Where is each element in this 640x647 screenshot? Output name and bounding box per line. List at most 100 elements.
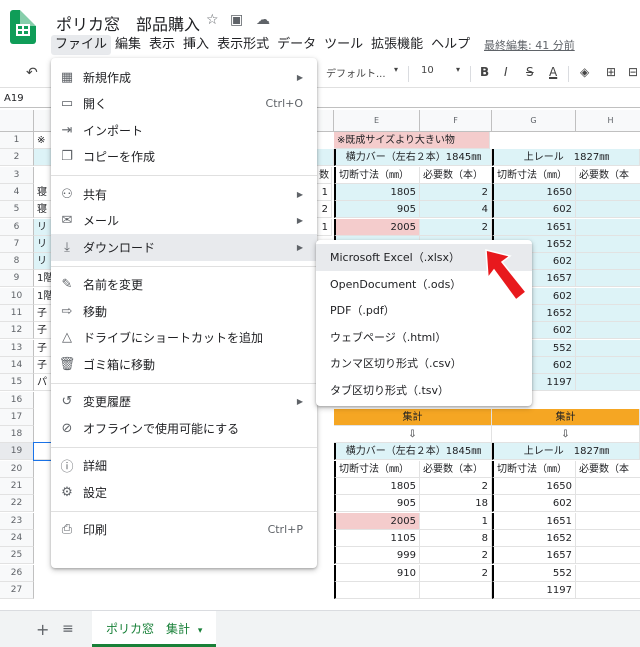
- data-cell[interactable]: [576, 513, 640, 530]
- data-cell[interactable]: [576, 565, 640, 582]
- data-cell[interactable]: [576, 547, 640, 565]
- subheader-cell[interactable]: 必要数（本）: [420, 166, 492, 184]
- data-cell[interactable]: 1652: [492, 529, 576, 547]
- row-header[interactable]: 10: [0, 287, 34, 305]
- menu-insert[interactable]: 挿入: [179, 35, 213, 55]
- data-cell[interactable]: 602: [492, 201, 576, 219]
- row-header[interactable]: 9: [0, 270, 34, 288]
- data-cell[interactable]: 2005: [334, 512, 420, 530]
- menu-item-copy[interactable]: ❐ コピーを作成: [51, 144, 317, 171]
- subheader-cell[interactable]: 必要数（本）: [420, 460, 492, 478]
- total-label-g[interactable]: 集計: [492, 408, 640, 426]
- data-cell[interactable]: 1105: [334, 529, 420, 547]
- total-label-e[interactable]: 集計: [334, 408, 492, 426]
- menu-item-move[interactable]: ⇨ 移動: [51, 298, 317, 325]
- row-header[interactable]: 22: [0, 495, 34, 513]
- data-cell[interactable]: [576, 322, 640, 340]
- row-header[interactable]: 8: [0, 253, 34, 271]
- data-cell[interactable]: [576, 339, 640, 357]
- cloud-status-icon[interactable]: ☁: [256, 12, 270, 28]
- menu-tools[interactable]: ツール: [320, 35, 367, 55]
- data-cell[interactable]: 1: [420, 512, 492, 530]
- data-cell[interactable]: 1197: [492, 581, 576, 599]
- row-header[interactable]: 6: [0, 218, 34, 236]
- row-header[interactable]: 4: [0, 183, 34, 201]
- fill-color-icon[interactable]: ◈: [580, 65, 589, 79]
- data-cell[interactable]: 1805: [334, 478, 420, 495]
- menu-item-rename[interactable]: ✎ 名前を変更: [51, 272, 317, 299]
- menu-item-download[interactable]: ⤓ ダウンロード ▶: [51, 234, 317, 261]
- download-html[interactable]: ウェブページ（.html）: [316, 324, 532, 351]
- data-cell[interactable]: [576, 218, 640, 236]
- data-cell[interactable]: 1650: [492, 478, 576, 495]
- column-header-h[interactable]: H: [576, 110, 640, 132]
- header-cell-e[interactable]: 横力バー（左右２本）1845㎜: [334, 443, 492, 461]
- row-header[interactable]: 15: [0, 374, 34, 392]
- font-size-dropdown-icon[interactable]: ▾: [456, 65, 460, 74]
- menu-item-share[interactable]: ⚇ 共有 ▶: [51, 181, 317, 208]
- data-cell[interactable]: 2: [420, 183, 492, 201]
- row-header[interactable]: 18: [0, 426, 34, 444]
- data-cell[interactable]: [576, 495, 640, 513]
- data-cell[interactable]: [576, 530, 640, 547]
- row-header[interactable]: 20: [0, 460, 34, 478]
- menu-item-drive-shortcut[interactable]: △ ドライブにショートカットを追加: [51, 325, 317, 352]
- borders-icon[interactable]: ⊞: [606, 65, 616, 79]
- data-cell[interactable]: 2: [420, 218, 492, 236]
- data-cell[interactable]: [576, 201, 640, 219]
- row-header[interactable]: 3: [0, 166, 34, 184]
- column-header-f[interactable]: F: [420, 110, 492, 132]
- data-cell[interactable]: [576, 235, 640, 253]
- data-cell[interactable]: 1650: [492, 183, 576, 201]
- column-header-e[interactable]: E: [334, 110, 420, 132]
- data-cell[interactable]: 910: [334, 564, 420, 582]
- row-header[interactable]: 12: [0, 322, 34, 340]
- bold-button[interactable]: B: [480, 65, 489, 79]
- data-cell[interactable]: 1805: [334, 183, 420, 201]
- row-header[interactable]: 19: [0, 443, 34, 461]
- data-cell[interactable]: [576, 374, 640, 392]
- data-cell[interactable]: 18: [420, 495, 492, 513]
- data-cell[interactable]: [576, 356, 640, 374]
- undo-icon[interactable]: ↶: [26, 65, 38, 81]
- subheader-cell[interactable]: 切断寸法（㎜）: [492, 166, 576, 184]
- menu-item-details[interactable]: ⓘ 詳細: [51, 453, 317, 480]
- data-cell[interactable]: 905: [334, 495, 420, 513]
- data-cell[interactable]: [576, 287, 640, 305]
- subheader-cell[interactable]: 切断寸法（㎜）: [334, 166, 420, 184]
- data-cell[interactable]: 1657: [492, 547, 576, 565]
- row-header[interactable]: 5: [0, 201, 34, 219]
- text-color-button[interactable]: A: [549, 65, 557, 79]
- data-cell[interactable]: [576, 253, 640, 271]
- data-cell[interactable]: 552: [492, 564, 576, 582]
- row-header[interactable]: 24: [0, 529, 34, 547]
- row-header[interactable]: 1: [0, 132, 34, 149]
- menu-help[interactable]: ヘルプ: [427, 35, 474, 55]
- menu-format[interactable]: 表示形式: [213, 35, 273, 55]
- strikethrough-button[interactable]: S: [526, 65, 534, 79]
- merge-icon[interactable]: ⊟: [628, 65, 638, 79]
- data-cell[interactable]: 905: [334, 201, 420, 219]
- row-header[interactable]: 26: [0, 564, 34, 582]
- menu-item-trash[interactable]: 🗑 ゴミ箱に移動: [51, 351, 317, 378]
- menu-item-history[interactable]: ↺ 変更履歴 ▶: [51, 389, 317, 416]
- menu-item-settings[interactable]: ⚙ 設定: [51, 479, 317, 506]
- font-size-select[interactable]: 10: [421, 65, 434, 76]
- data-cell[interactable]: [334, 581, 420, 599]
- font-select[interactable]: デフォルト...: [326, 65, 386, 80]
- row-header[interactable]: 27: [0, 581, 34, 599]
- move-folder-icon[interactable]: ▣: [230, 12, 243, 28]
- menu-data[interactable]: データ: [273, 35, 320, 55]
- italic-button[interactable]: I: [504, 65, 508, 79]
- sheets-logo[interactable]: [10, 10, 36, 44]
- data-cell[interactable]: 2005: [334, 218, 420, 236]
- menu-edit[interactable]: 編集: [111, 35, 145, 55]
- download-tsv[interactable]: タブ区切り形式（.tsv）: [316, 377, 532, 404]
- data-cell[interactable]: 2: [420, 564, 492, 582]
- last-edit-link[interactable]: 最終編集: 41 分前: [484, 37, 575, 53]
- data-cell[interactable]: 8: [420, 529, 492, 547]
- data-cell[interactable]: [576, 582, 640, 599]
- data-cell[interactable]: 2: [420, 547, 492, 565]
- data-cell[interactable]: 1651: [492, 512, 576, 530]
- grid-cell[interactable]: 数: [316, 166, 332, 184]
